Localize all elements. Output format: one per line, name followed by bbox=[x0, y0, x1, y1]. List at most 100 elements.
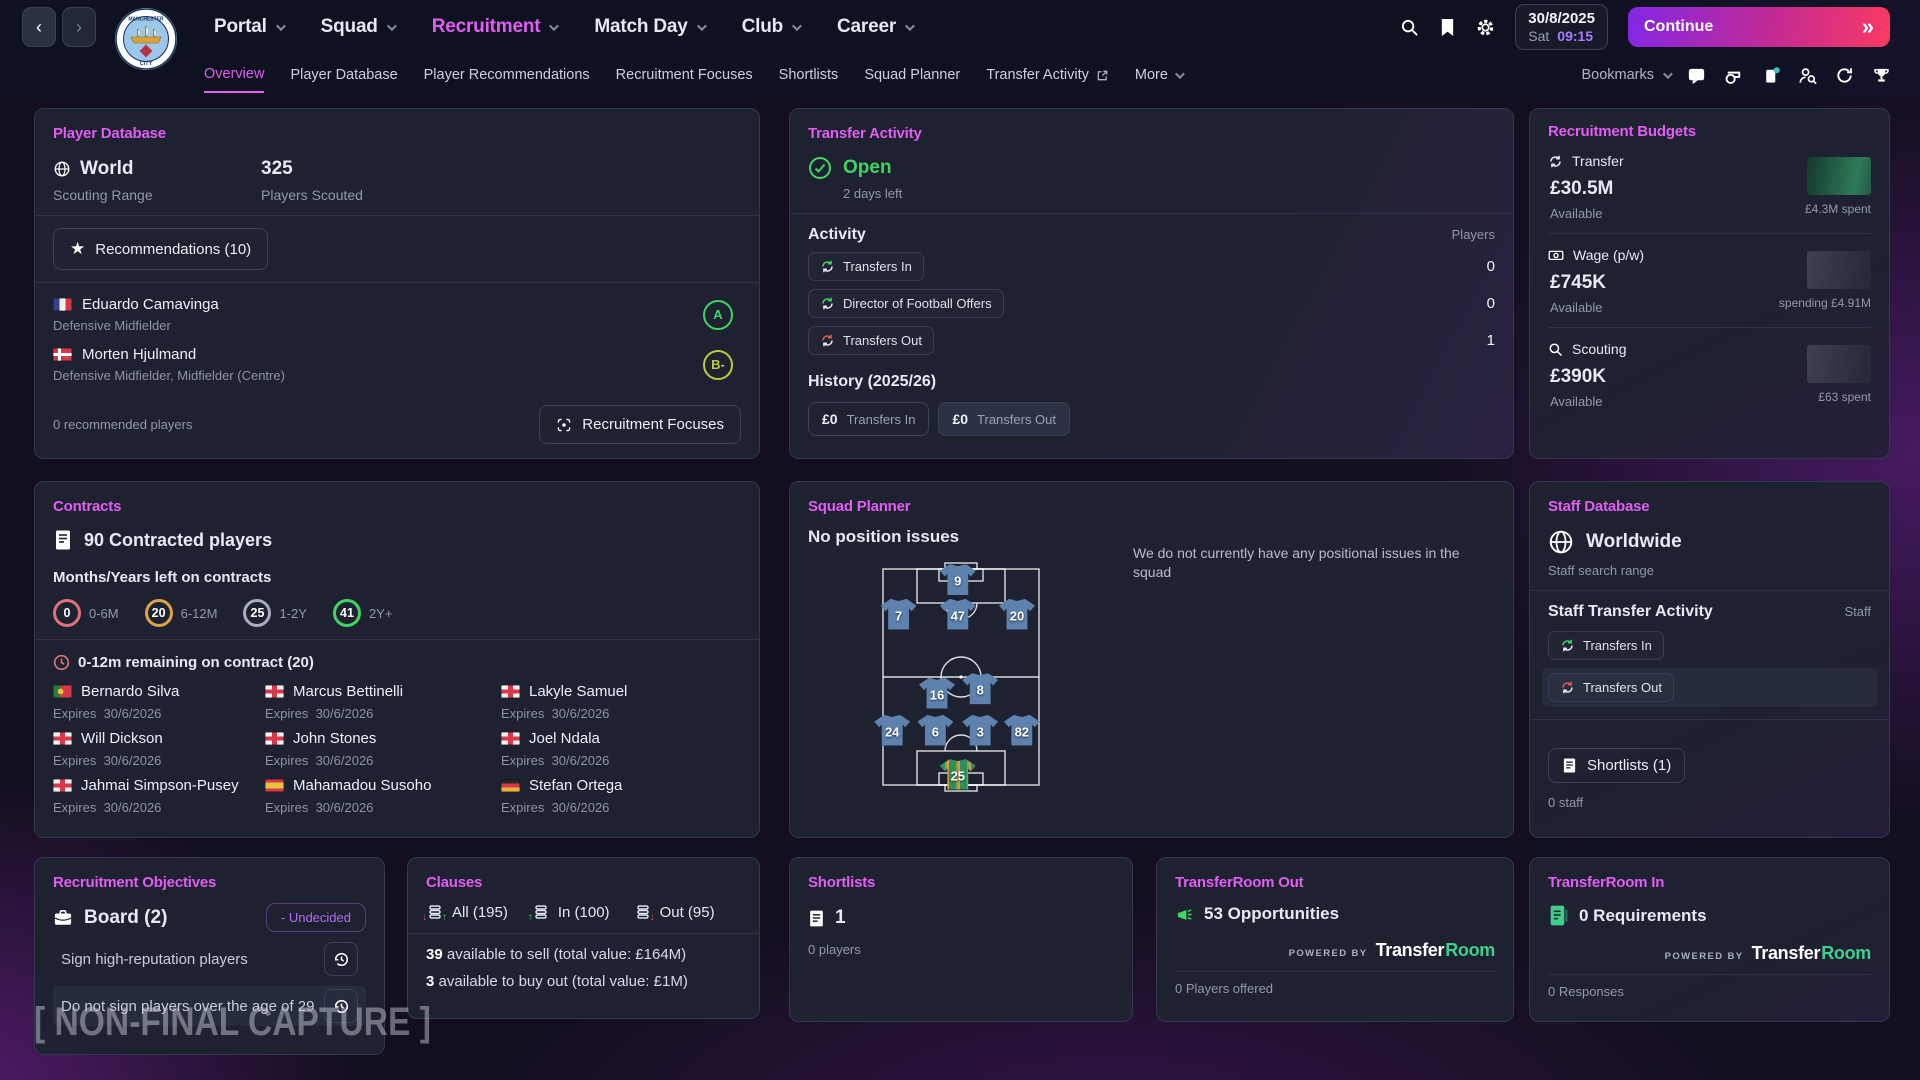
squad-jersey-6[interactable]: 6 bbox=[917, 715, 953, 746]
transferroom-in-card: TransferRoom In 0 Requirements POWERED B… bbox=[1529, 857, 1890, 1022]
player-database-card: Player Database World Scouting Range 325… bbox=[34, 108, 760, 459]
list-document-icon bbox=[1562, 757, 1577, 774]
transfers-in-row[interactable]: Transfers In 0 bbox=[808, 252, 1495, 281]
recommended-player-row[interactable]: Eduardo Camavinga Defensive Midfielder A bbox=[53, 296, 741, 333]
back-button[interactable]: ‹ bbox=[22, 7, 56, 47]
shortlists-count: 1 bbox=[835, 907, 846, 929]
nav-club[interactable]: Club bbox=[742, 16, 799, 38]
club-crest[interactable]: MANCHESTER CITY bbox=[114, 7, 178, 71]
subnav-squad-planner[interactable]: Squad Planner bbox=[864, 58, 960, 92]
continue-button[interactable]: Continue » bbox=[1628, 7, 1890, 47]
list-document-icon bbox=[808, 909, 825, 928]
transferroom-out-card: TransferRoom Out 53 Opportunities POWERE… bbox=[1156, 857, 1514, 1022]
history-clock-icon bbox=[333, 951, 350, 968]
chevron-down-icon bbox=[276, 21, 286, 31]
history-transfers-in-button[interactable]: £0Transfers In bbox=[808, 402, 929, 436]
contract-bucket[interactable]: 41 2Y+ bbox=[333, 599, 393, 627]
subnav-overview[interactable]: Overview bbox=[204, 57, 264, 93]
scouting-budget-row[interactable]: Scouting £390K Available £63 spent bbox=[1548, 327, 1871, 421]
players-column-header: Players bbox=[1452, 227, 1495, 242]
forward-button[interactable]: › bbox=[62, 7, 96, 47]
squad-jersey-16[interactable]: 16 bbox=[919, 678, 955, 709]
transfer-budget-row[interactable]: Transfer £30.5M Available £4.3M spent bbox=[1548, 140, 1871, 233]
contract-player[interactable]: Joel NdalaExpires 30/6/2026 bbox=[501, 730, 741, 768]
objective-status-badge[interactable]: - Undecided bbox=[266, 903, 366, 932]
trophy-icon[interactable] bbox=[1871, 65, 1892, 86]
staff-transfers-in-row[interactable]: Transfers In bbox=[1548, 631, 1871, 660]
card-title: Contracts bbox=[53, 498, 741, 515]
recommended-player-row[interactable]: Morten Hjulmand Defensive Midfielder, Mi… bbox=[53, 346, 741, 383]
contract-bucket[interactable]: 20 6-12M bbox=[145, 599, 218, 627]
cards-icon[interactable] bbox=[1760, 65, 1781, 86]
nav-career[interactable]: Career bbox=[837, 16, 912, 38]
person-search-icon[interactable] bbox=[1797, 65, 1818, 86]
contract-bucket[interactable]: 0 0-6M bbox=[53, 599, 119, 627]
subnav-shortlists[interactable]: Shortlists bbox=[779, 58, 839, 92]
flag-icon bbox=[53, 685, 72, 698]
board-objectives-label[interactable]: Board (2) bbox=[53, 907, 167, 929]
transfers-out-row[interactable]: Transfers Out 1 bbox=[808, 326, 1495, 355]
clauses-tab-all[interactable]: ↓↑ All (195) bbox=[426, 903, 508, 921]
squad-jersey-82[interactable]: 82 bbox=[1004, 715, 1040, 746]
main-nav: Portal Squad Recruitment Match Day Club … bbox=[214, 16, 912, 38]
subnav-player-recommendations[interactable]: Player Recommendations bbox=[424, 58, 590, 92]
contract-player[interactable]: Stefan OrtegaExpires 30/6/2026 bbox=[501, 777, 741, 815]
whistle-icon[interactable] bbox=[1723, 65, 1744, 86]
subnav-recruitment-focuses[interactable]: Recruitment Focuses bbox=[616, 58, 753, 92]
top-bar: ‹ › MANCHESTER CITY bbox=[0, 0, 1920, 96]
bookmark-icon[interactable] bbox=[1439, 18, 1456, 37]
settings-gear-icon[interactable] bbox=[1476, 18, 1495, 37]
flag-icon bbox=[501, 732, 520, 745]
staff-count-note: 0 staff bbox=[1548, 795, 1871, 810]
squad-jersey-8[interactable]: 8 bbox=[962, 673, 998, 704]
window-days-left: 2 days left bbox=[843, 186, 1495, 201]
shortlists-players-note: 0 players bbox=[808, 942, 1114, 957]
nav-recruitment[interactable]: Recruitment bbox=[432, 16, 557, 38]
chevron-down-icon bbox=[792, 21, 802, 31]
wage-budget-row[interactable]: Wage (p/w) £745K Available spending £4.9… bbox=[1548, 233, 1871, 327]
contract-bucket[interactable]: 25 1-2Y bbox=[243, 599, 306, 627]
contract-player[interactable]: Mahamadou SusohoExpires 30/6/2026 bbox=[265, 777, 501, 815]
squad-jersey-20[interactable]: 20 bbox=[999, 599, 1035, 630]
staff-transfers-out-row[interactable]: Transfers Out bbox=[1542, 668, 1877, 707]
game-date-widget[interactable]: 30/8/2025 Sat09:15 bbox=[1515, 4, 1608, 50]
globe-icon bbox=[53, 160, 71, 178]
history-transfers-out-button[interactable]: £0Transfers Out bbox=[938, 402, 1070, 436]
contract-player[interactable]: Jahmai Simpson-PuseyExpires 30/6/2026 bbox=[53, 777, 265, 815]
opportunities-headline: 53 Opportunities bbox=[1204, 904, 1339, 924]
recommendations-button[interactable]: ★ Recommendations (10) bbox=[53, 228, 268, 270]
recruitment-focuses-button[interactable]: Recruitment Focuses bbox=[539, 405, 741, 444]
squad-jersey-7[interactable]: 7 bbox=[881, 599, 917, 630]
star-icon: ★ bbox=[70, 239, 85, 259]
dof-offers-row[interactable]: Director of Football Offers 0 bbox=[808, 289, 1495, 318]
card-title: Recruitment Objectives bbox=[53, 874, 366, 891]
messages-icon[interactable] bbox=[1686, 65, 1707, 86]
squad-jersey-24[interactable]: 24 bbox=[874, 715, 910, 746]
staff-shortlists-button[interactable]: Shortlists (1) bbox=[1548, 748, 1685, 783]
double-chevron-icon: » bbox=[1862, 16, 1874, 38]
nav-portal[interactable]: Portal bbox=[214, 16, 283, 38]
subnav-player-database[interactable]: Player Database bbox=[290, 58, 397, 92]
refresh-icon[interactable] bbox=[1834, 65, 1855, 86]
objective-history-button[interactable] bbox=[324, 942, 358, 976]
contract-player[interactable]: Bernardo SilvaExpires 30/6/2026 bbox=[53, 683, 265, 721]
contract-player[interactable]: Lakyle SamuelExpires 30/6/2026 bbox=[501, 683, 741, 721]
nav-squad[interactable]: Squad bbox=[321, 16, 394, 38]
contract-player[interactable]: Marcus BettinelliExpires 30/6/2026 bbox=[265, 683, 501, 721]
clauses-tab-in[interactable]: ↑ In (100) bbox=[532, 903, 610, 921]
search-icon[interactable] bbox=[1400, 18, 1419, 37]
subnav-more[interactable]: More bbox=[1135, 58, 1182, 92]
squad-jersey-3[interactable]: 3 bbox=[962, 715, 998, 746]
bookmarks-dropdown[interactable]: Bookmarks bbox=[1581, 67, 1670, 83]
squad-jersey-47[interactable]: 47 bbox=[940, 599, 976, 630]
clauses-tab-out[interactable]: ↓ Out (95) bbox=[634, 903, 715, 921]
objective-row[interactable]: Sign high-reputation players bbox=[53, 939, 366, 979]
squad-jersey-25[interactable]: 25 bbox=[940, 759, 976, 790]
contract-player[interactable]: John StonesExpires 30/6/2026 bbox=[265, 730, 501, 768]
squad-jersey-9[interactable]: 9 bbox=[940, 564, 976, 595]
coins-icon: ↓ bbox=[634, 903, 652, 921]
contract-player[interactable]: Will DicksonExpires 30/6/2026 bbox=[53, 730, 265, 768]
nav-match-day[interactable]: Match Day bbox=[594, 16, 703, 38]
formation-pitch: 97472016824638225 bbox=[881, 561, 1041, 793]
subnav-transfer-activity[interactable]: Transfer Activity bbox=[986, 58, 1109, 92]
